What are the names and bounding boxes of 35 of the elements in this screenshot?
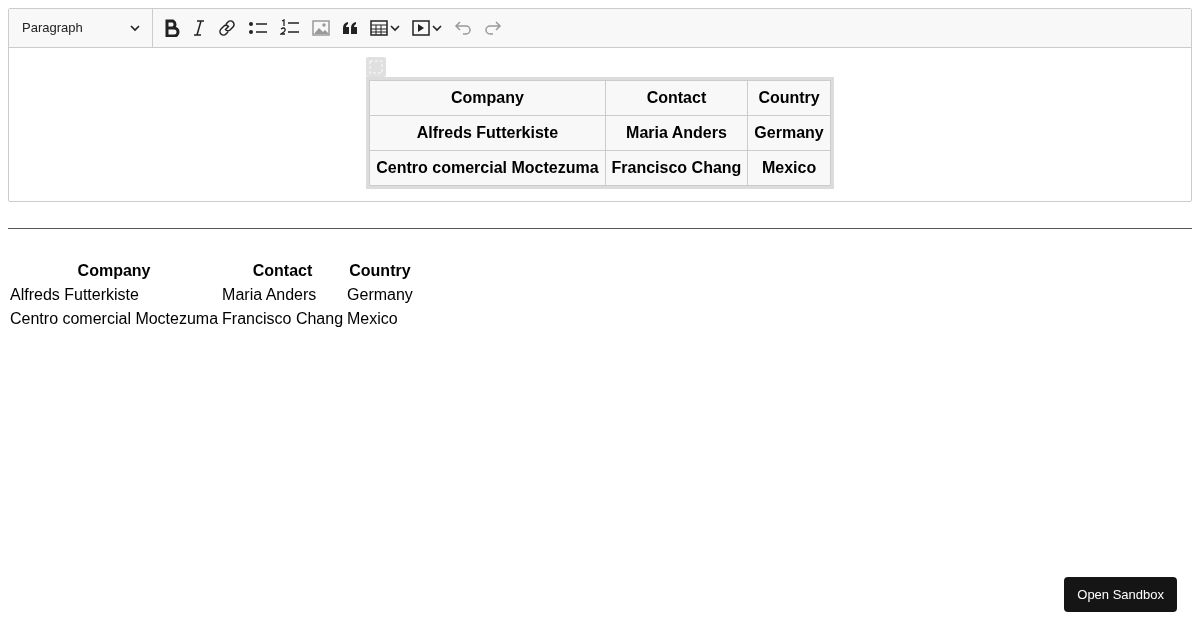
table-header-cell: Company: [369, 80, 606, 116]
table-cell-text: Centro comercial Moctezuma: [9, 309, 220, 329]
table-cell: Maria Anders: [605, 115, 748, 151]
open-sandbox-button[interactable]: Open Sandbox: [1064, 576, 1177, 612]
italic-icon: [192, 19, 206, 37]
table-cell-text: Mexico: [346, 309, 399, 329]
quote-icon: [342, 21, 358, 35]
table-cell: Centro comercial Moctezuma: [369, 150, 606, 186]
column-header: Contact: [251, 261, 314, 281]
redo-icon: [484, 21, 502, 35]
table-cell-text: Alfreds Futterkiste: [9, 285, 140, 305]
bold-icon: [164, 19, 180, 37]
chevron-down-icon: [390, 24, 400, 32]
chevron-down-icon: [432, 24, 442, 32]
image-icon: [312, 20, 330, 36]
table-icon: [370, 20, 388, 36]
table-cell: Francisco Chang: [605, 150, 748, 186]
table-header-cell: Country: [747, 80, 831, 116]
block-format-dropdown[interactable]: Paragraph: [9, 9, 153, 47]
bullet-list-icon: [248, 20, 268, 36]
column-header: Company: [76, 261, 152, 281]
column-header: Country: [348, 261, 412, 281]
table-cell: Germany: [747, 115, 831, 151]
undo-icon: [454, 21, 472, 35]
table-header-cell: Contact: [605, 80, 748, 116]
link-icon: [218, 19, 236, 37]
chevron-down-icon: [130, 24, 140, 32]
video-icon: [412, 20, 430, 36]
table-cell-text: Germany: [346, 285, 414, 305]
table-cell: Alfreds Futterkiste: [369, 115, 606, 151]
table-handle[interactable]: [366, 57, 387, 77]
table-cell-text: Francisco Chang: [221, 309, 345, 329]
table-cell: Mexico: [747, 150, 831, 186]
table-cell-text: Maria Anders: [221, 285, 318, 305]
numbered-list-icon: [280, 19, 300, 37]
